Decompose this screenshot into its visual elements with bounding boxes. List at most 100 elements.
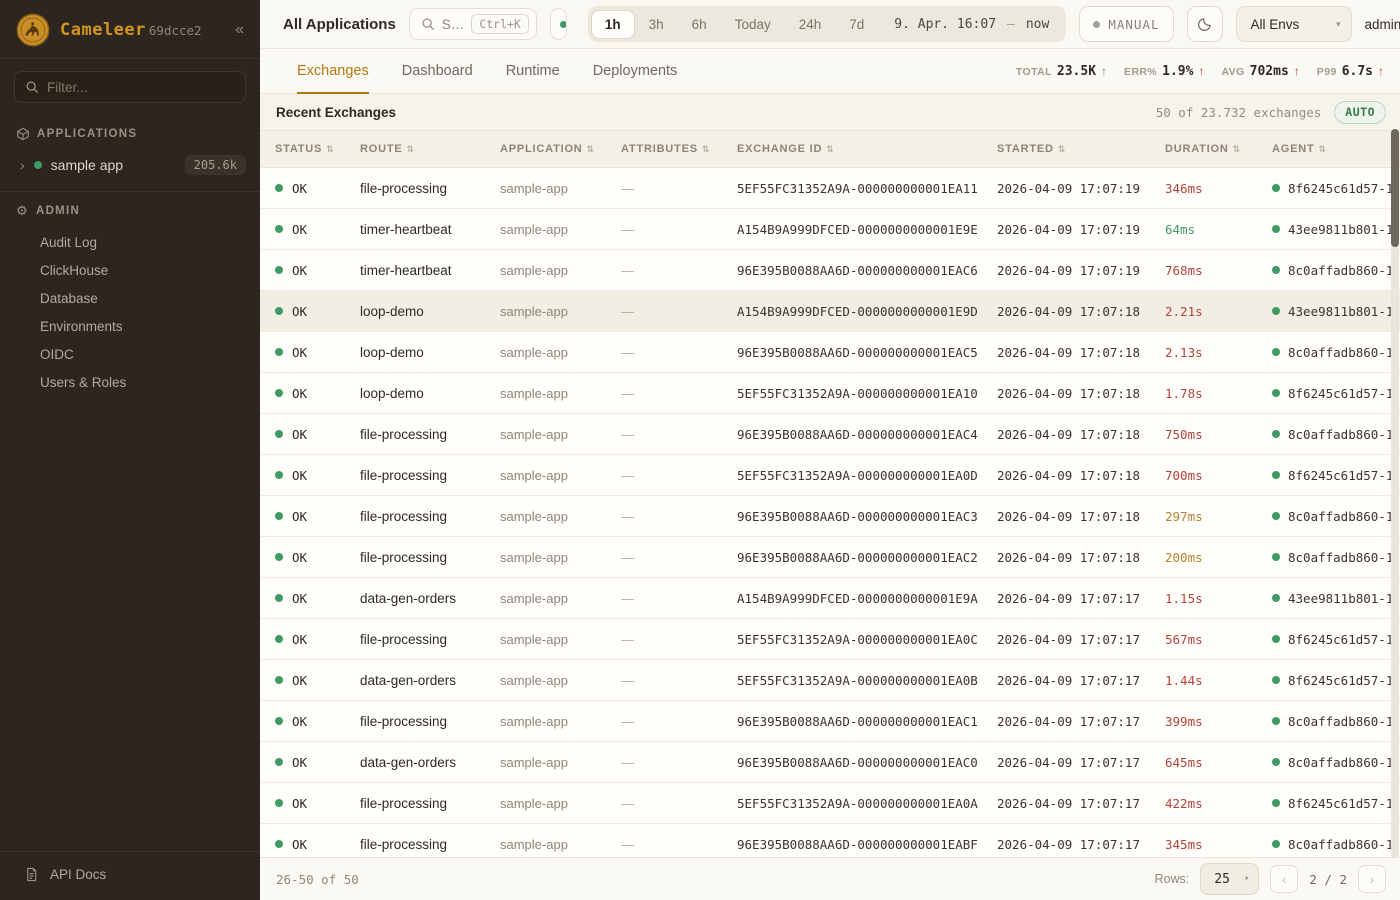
attributes-cell: —: [621, 796, 737, 811]
table-row[interactable]: OK data-gen-orders sample-app — A154B9A9…: [260, 578, 1400, 619]
sidebar-admin-item[interactable]: OIDC: [0, 341, 260, 369]
scrollbar-thumb[interactable]: [1391, 129, 1399, 247]
table-row[interactable]: OK file-processing sample-app — 5EF55FC3…: [260, 455, 1400, 496]
table-row[interactable]: OK data-gen-orders sample-app — 96E395B0…: [260, 742, 1400, 783]
time-range-option[interactable]: Today: [721, 10, 785, 39]
table-row[interactable]: OK file-processing sample-app — 96E395B0…: [260, 537, 1400, 578]
route-cell: data-gen-orders: [360, 755, 500, 770]
table-row[interactable]: OK file-processing sample-app — 5EF55FC3…: [260, 168, 1400, 209]
duration-cell: 346ms: [1165, 181, 1272, 196]
route-cell: file-processing: [360, 468, 500, 483]
sort-icon[interactable]: ⇅: [1058, 144, 1066, 155]
sort-icon[interactable]: ⇅: [1319, 144, 1327, 155]
manual-refresh-button[interactable]: MANUAL: [1079, 6, 1173, 42]
next-page-button[interactable]: ›: [1358, 865, 1386, 893]
table-row[interactable]: OK timer-heartbeat sample-app — A154B9A9…: [260, 209, 1400, 250]
attributes-cell: —: [621, 673, 737, 688]
column-header[interactable]: DURATION ⇅: [1165, 143, 1272, 155]
ok-status-dot: [275, 225, 283, 233]
exchange-id-cell: 96E395B0088AA6D-000000000001EAC6: [737, 263, 997, 278]
column-header[interactable]: AGENT ⇅: [1272, 143, 1392, 155]
column-header[interactable]: STATUS ⇅: [275, 143, 360, 155]
table-row[interactable]: OK file-processing sample-app — 96E395B0…: [260, 701, 1400, 742]
exchange-id-cell: A154B9A999DFCED-0000000000001E9E: [737, 222, 997, 237]
agent-status-dot: [1272, 266, 1280, 274]
status-cell: OK: [275, 427, 360, 442]
search-placeholder: S…: [442, 17, 465, 32]
tab[interactable]: Runtime: [506, 49, 560, 93]
column-header[interactable]: EXCHANGE ID ⇅: [737, 143, 997, 155]
attributes-cell: —: [621, 837, 737, 852]
environment-select[interactable]: All Envs ▾: [1236, 6, 1352, 42]
rows-per-page-select[interactable]: 25 ▾: [1200, 863, 1259, 895]
api-docs-link[interactable]: API Docs: [0, 852, 260, 900]
started-cell: 2026-04-09 17:07:17: [997, 591, 1165, 606]
sort-icon[interactable]: ⇅: [587, 144, 595, 155]
table-row[interactable]: OK data-gen-orders sample-app — 5EF55FC3…: [260, 660, 1400, 701]
sort-icon[interactable]: ⇅: [326, 144, 334, 155]
exchange-id-cell: 5EF55FC31352A9A-000000000001EA11: [737, 181, 997, 196]
auto-refresh-badge[interactable]: AUTO: [1334, 101, 1386, 124]
collapse-sidebar-icon[interactable]: «: [231, 21, 248, 39]
time-range-option[interactable]: 6h: [678, 10, 721, 39]
table-row[interactable]: OK file-processing sample-app — 5EF55FC3…: [260, 619, 1400, 660]
sort-icon[interactable]: ⇅: [407, 144, 415, 155]
time-range-option[interactable]: 7d: [835, 10, 878, 39]
status-cell: OK: [275, 304, 360, 319]
route-cell: loop-demo: [360, 304, 500, 319]
brand-title: Cameleer69dcce2: [60, 20, 202, 40]
exchange-id-cell: 5EF55FC31352A9A-000000000001EA0C: [737, 632, 997, 647]
vertical-scrollbar[interactable]: [1391, 129, 1399, 858]
time-range-option[interactable]: 1h: [591, 10, 635, 39]
started-cell: 2026-04-09 17:07:19: [997, 181, 1165, 196]
table-row[interactable]: OK loop-demo sample-app — A154B9A999DFCE…: [260, 291, 1400, 332]
duration-cell: 1.15s: [1165, 591, 1272, 606]
date-range-display[interactable]: 9. Apr. 16:07 – now: [878, 17, 1063, 32]
sidebar-admin-item[interactable]: Environments: [0, 313, 260, 341]
filter-input[interactable]: Filter...: [14, 71, 246, 103]
trend-arrow-icon: ↑: [1198, 64, 1204, 78]
column-header[interactable]: ATTRIBUTES ⇅: [621, 143, 737, 155]
time-range-option[interactable]: 3h: [635, 10, 678, 39]
table-row[interactable]: OK file-processing sample-app — 96E395B0…: [260, 414, 1400, 455]
table-row[interactable]: OK loop-demo sample-app — 96E395B0088AA6…: [260, 332, 1400, 373]
tab[interactable]: Deployments: [593, 49, 678, 93]
tab[interactable]: Dashboard: [402, 49, 473, 93]
sort-icon[interactable]: ⇅: [702, 144, 710, 155]
route-cell: data-gen-orders: [360, 673, 500, 688]
attributes-cell: —: [621, 714, 737, 729]
status-filter-button[interactable]: O: [550, 8, 567, 40]
time-range-option[interactable]: 24h: [785, 10, 836, 39]
tab[interactable]: Exchanges: [297, 49, 369, 93]
attributes-cell: —: [621, 509, 737, 524]
column-header[interactable]: ROUTE ⇅: [360, 143, 500, 155]
sort-icon[interactable]: ⇅: [1233, 144, 1241, 155]
sort-icon[interactable]: ⇅: [826, 144, 834, 155]
table-row[interactable]: OK timer-heartbeat sample-app — 96E395B0…: [260, 250, 1400, 291]
document-icon: [24, 867, 39, 882]
exchanges-table: OK file-processing sample-app — 5EF55FC3…: [260, 168, 1400, 857]
global-search-input[interactable]: S… Ctrl+K: [409, 8, 537, 40]
sidebar-admin-item[interactable]: Database: [0, 285, 260, 313]
stat: ERR% 1.9% ↑: [1124, 64, 1204, 79]
table-row[interactable]: OK file-processing sample-app — 96E395B0…: [260, 496, 1400, 537]
ok-status-dot: [275, 266, 283, 274]
expand-chevron-icon[interactable]: ›: [20, 157, 25, 173]
dark-mode-toggle[interactable]: [1187, 6, 1223, 42]
agent-status-dot: [1272, 635, 1280, 643]
table-row[interactable]: OK file-processing sample-app — 96E395B0…: [260, 824, 1400, 857]
sidebar-admin-item[interactable]: ClickHouse: [0, 257, 260, 285]
table-row[interactable]: OK loop-demo sample-app — 5EF55FC31352A9…: [260, 373, 1400, 414]
previous-page-button[interactable]: ‹: [1270, 865, 1298, 893]
application-cell: sample-app: [500, 222, 621, 237]
agent-status-dot: [1272, 512, 1280, 520]
column-header[interactable]: STARTED ⇅: [997, 143, 1165, 155]
sidebar-admin-item[interactable]: Audit Log: [0, 229, 260, 257]
sidebar-item-sample-app[interactable]: › sample app 205.6k: [0, 149, 260, 181]
sidebar-admin-item[interactable]: Users & Roles: [0, 369, 260, 397]
column-header[interactable]: APPLICATION ⇅: [500, 143, 621, 155]
duration-cell: 399ms: [1165, 714, 1272, 729]
agent-status-dot: [1272, 717, 1280, 725]
application-cell: sample-app: [500, 386, 621, 401]
table-row[interactable]: OK file-processing sample-app — 5EF55FC3…: [260, 783, 1400, 824]
